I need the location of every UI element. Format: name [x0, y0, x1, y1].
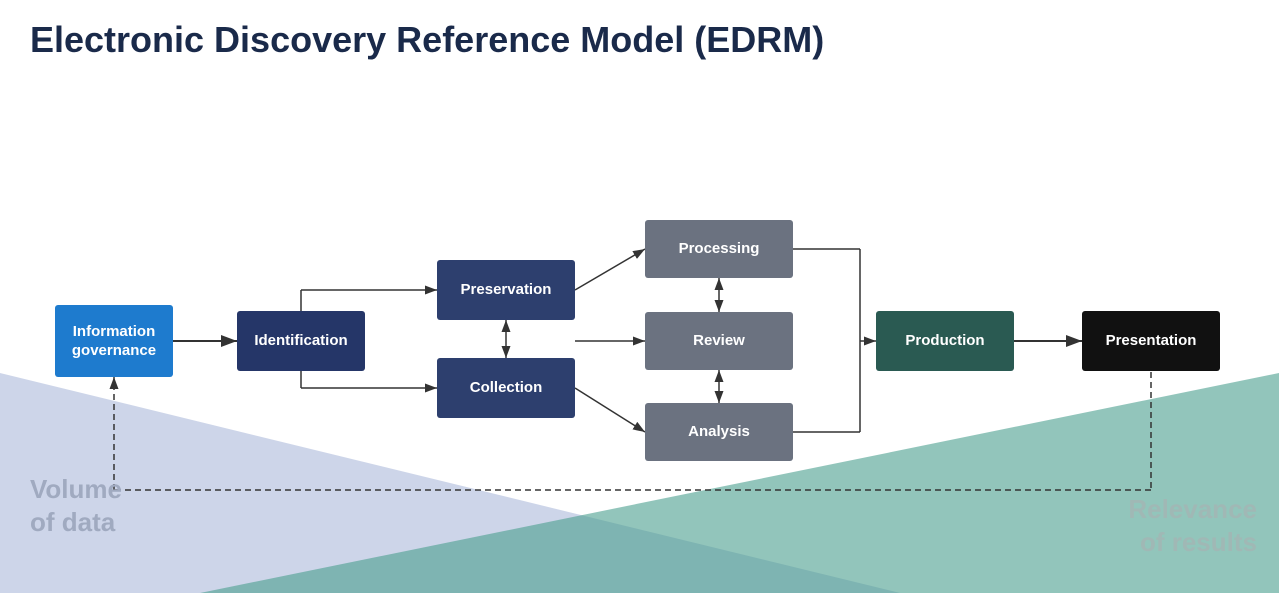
diagram-area: Information governance Identification Pr…: [0, 100, 1279, 593]
box-preservation: Preservation: [437, 260, 575, 320]
box-production: Production: [876, 311, 1014, 371]
box-review: Review: [645, 312, 793, 370]
label-volume-of-data: Volumeof data: [30, 473, 122, 538]
box-collection: Collection: [437, 358, 575, 418]
label-relevance-of-results: Relevanceof results: [1128, 493, 1257, 558]
box-analysis: Analysis: [645, 403, 793, 461]
main-container: Electronic Discovery Reference Model (ED…: [0, 0, 1279, 593]
box-information-governance: Information governance: [55, 305, 173, 377]
box-processing: Processing: [645, 220, 793, 278]
box-identification: Identification: [237, 311, 365, 371]
page-title: Electronic Discovery Reference Model (ED…: [30, 18, 1249, 61]
box-presentation: Presentation: [1082, 311, 1220, 371]
